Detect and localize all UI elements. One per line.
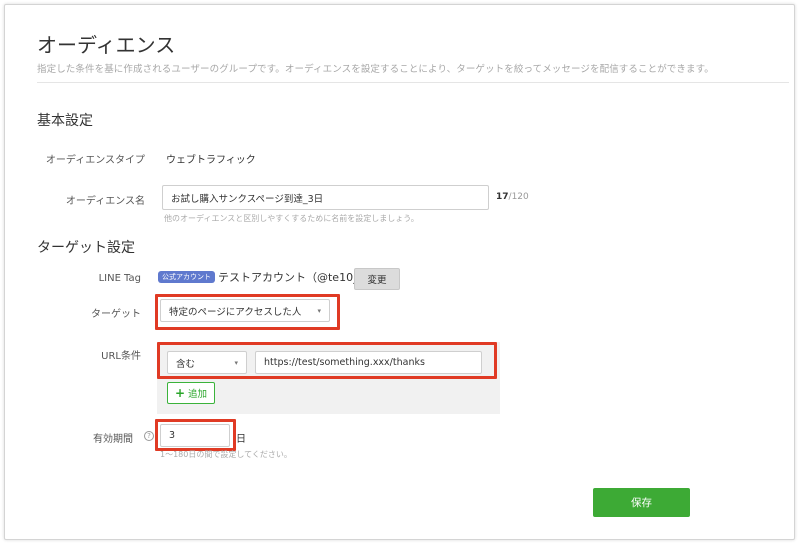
url-match-select[interactable]: 含む ▾ — [167, 351, 247, 374]
audience-name-input[interactable] — [162, 185, 489, 210]
period-unit: 日 — [236, 434, 246, 445]
chevron-down-icon: ▾ — [317, 306, 321, 315]
url-condition-label: URL条件 — [101, 351, 141, 362]
add-button-label: 追加 — [188, 389, 208, 400]
official-account-badge: 公式アカウント — [158, 271, 215, 283]
audience-type-value: ウェブトラフィック — [166, 155, 256, 166]
name-char-max: /120 — [508, 192, 529, 202]
target-select-value: 特定のページにアクセスした人 — [169, 306, 302, 318]
target-settings-heading: ターゲット設定 — [37, 240, 135, 256]
basic-settings-heading: 基本設定 — [37, 113, 93, 129]
url-match-value: 含む — [176, 358, 196, 370]
page-description: 指定した条件を基に作成されるユーザーのグループです。オーディエンスを設定すること… — [37, 64, 714, 75]
save-button[interactable]: 保存 — [593, 488, 690, 517]
period-label: 有効期間 — [93, 434, 133, 445]
audience-type-label: オーディエンスタイプ — [45, 155, 145, 166]
chevron-down-icon: ▾ — [234, 358, 238, 367]
period-hint: 1〜180日の間で設定してください。 — [160, 450, 292, 459]
divider — [37, 82, 789, 83]
page-title: オーディエンス — [37, 33, 176, 57]
target-select[interactable]: 特定のページにアクセスした人 ▾ — [160, 299, 330, 322]
change-account-button[interactable]: 変更 — [354, 268, 400, 290]
name-char-count: 17 — [496, 192, 509, 202]
help-circle-icon[interactable]: ? — [144, 431, 154, 441]
target-label: ターゲット — [91, 309, 141, 320]
period-input[interactable] — [160, 424, 230, 447]
audience-name-label: オーディエンス名 — [65, 196, 145, 207]
line-tag-label: LINE Tag — [98, 273, 141, 284]
add-url-button[interactable]: + 追加 — [167, 382, 215, 404]
audience-name-hint: 他のオーディエンスと区別しやすくするために名前を設定しましょう。 — [164, 214, 419, 223]
audience-panel: オーディエンス 指定した条件を基に作成されるユーザーのグループです。オーディエン… — [4, 4, 795, 540]
plus-icon: + — [174, 386, 186, 400]
account-name: テストアカウント（@te10_） — [218, 271, 370, 284]
name-char-counter: 17/120 — [496, 192, 529, 202]
url-input[interactable] — [255, 351, 482, 374]
